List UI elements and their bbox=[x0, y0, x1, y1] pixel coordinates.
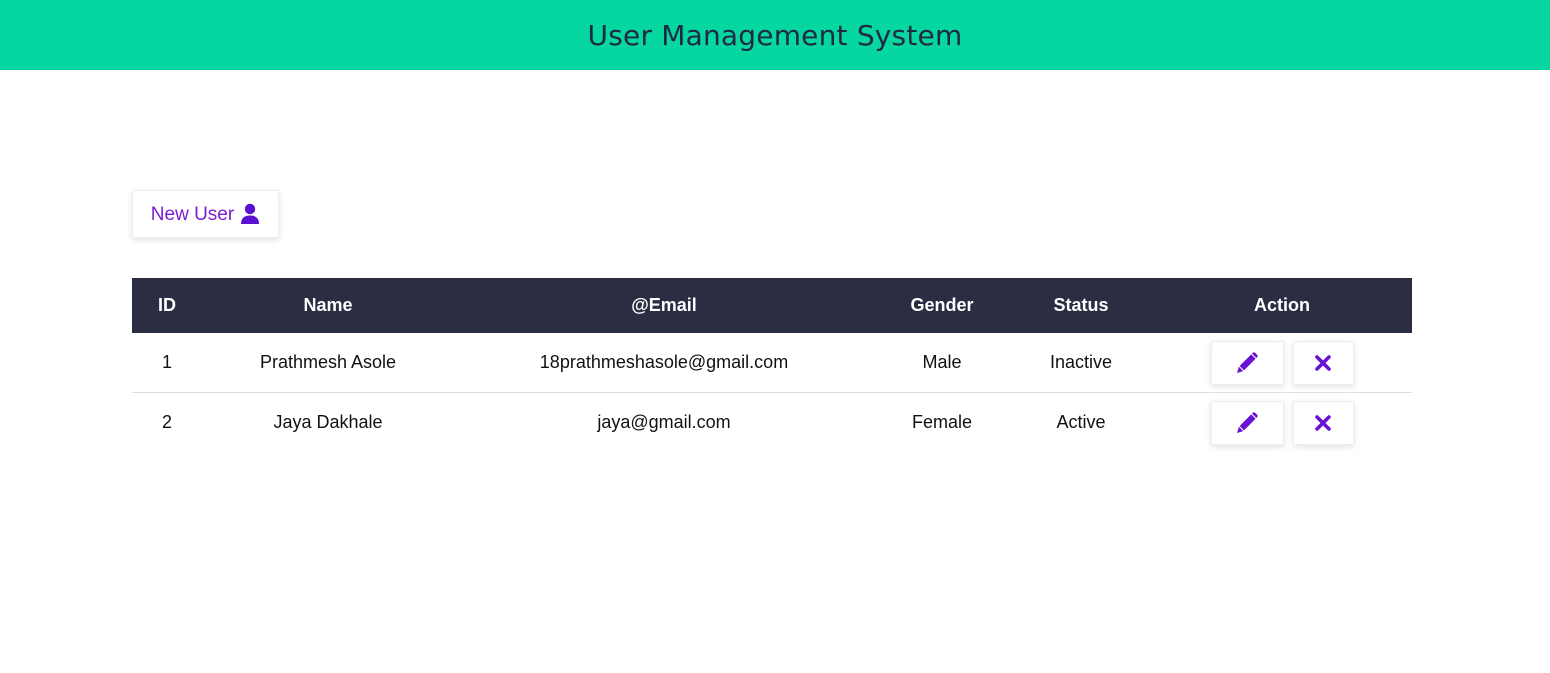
column-header-id: ID bbox=[158, 295, 176, 315]
cell-gender: Male bbox=[922, 352, 962, 372]
column-header-name: Name bbox=[303, 295, 353, 315]
pencil-icon bbox=[1236, 411, 1258, 434]
table-header-row: ID Name @Email Gender Status Action bbox=[132, 278, 1412, 333]
close-icon bbox=[1314, 354, 1332, 372]
column-header-email: @Email bbox=[631, 295, 697, 315]
cell-id: 2 bbox=[161, 412, 172, 432]
main-content: New User ID Name @Email Gender Status Ac… bbox=[0, 70, 1550, 673]
table-header: ID Name @Email Gender Status Action bbox=[132, 278, 1412, 333]
edit-user-button[interactable] bbox=[1210, 340, 1284, 385]
table-row: 1 Prathmesh Asole 18prathmeshasole@gmail… bbox=[132, 333, 1412, 393]
row-actions bbox=[1152, 333, 1412, 392]
column-header-gender: Gender bbox=[910, 295, 974, 315]
edit-user-button[interactable] bbox=[1210, 400, 1284, 445]
table-row: 2 Jaya Dakhale jaya@gmail.com Female Act… bbox=[132, 393, 1412, 453]
cell-actions bbox=[1152, 393, 1412, 453]
table-body: 1 Prathmesh Asole 18prathmeshasole@gmail… bbox=[132, 333, 1412, 452]
delete-user-button[interactable] bbox=[1292, 400, 1354, 445]
cell-email: 18prathmeshasole@gmail.com bbox=[539, 352, 789, 372]
cell-email: jaya@gmail.com bbox=[597, 412, 731, 432]
row-actions bbox=[1152, 393, 1412, 452]
cell-actions bbox=[1152, 333, 1412, 393]
delete-user-button[interactable] bbox=[1292, 340, 1354, 385]
cell-gender: Female bbox=[911, 412, 973, 432]
user-icon bbox=[240, 203, 260, 225]
new-user-label: New User bbox=[150, 203, 235, 225]
app-header: User Management System bbox=[0, 0, 1550, 70]
cell-name: Prathmesh Asole bbox=[259, 352, 397, 372]
new-user-button[interactable]: New User bbox=[132, 190, 279, 238]
column-header-action: Action bbox=[1254, 295, 1310, 315]
column-header-status: Status bbox=[1053, 295, 1109, 315]
user-table: ID Name @Email Gender Status Action 1 Pr… bbox=[132, 278, 1412, 452]
cell-status: Inactive bbox=[1049, 352, 1113, 372]
page-title: User Management System bbox=[587, 18, 963, 52]
cell-status: Active bbox=[1056, 412, 1106, 432]
cell-name: Jaya Dakhale bbox=[273, 412, 383, 432]
cell-id: 1 bbox=[161, 352, 172, 372]
pencil-icon bbox=[1236, 351, 1258, 374]
close-icon bbox=[1314, 414, 1332, 432]
